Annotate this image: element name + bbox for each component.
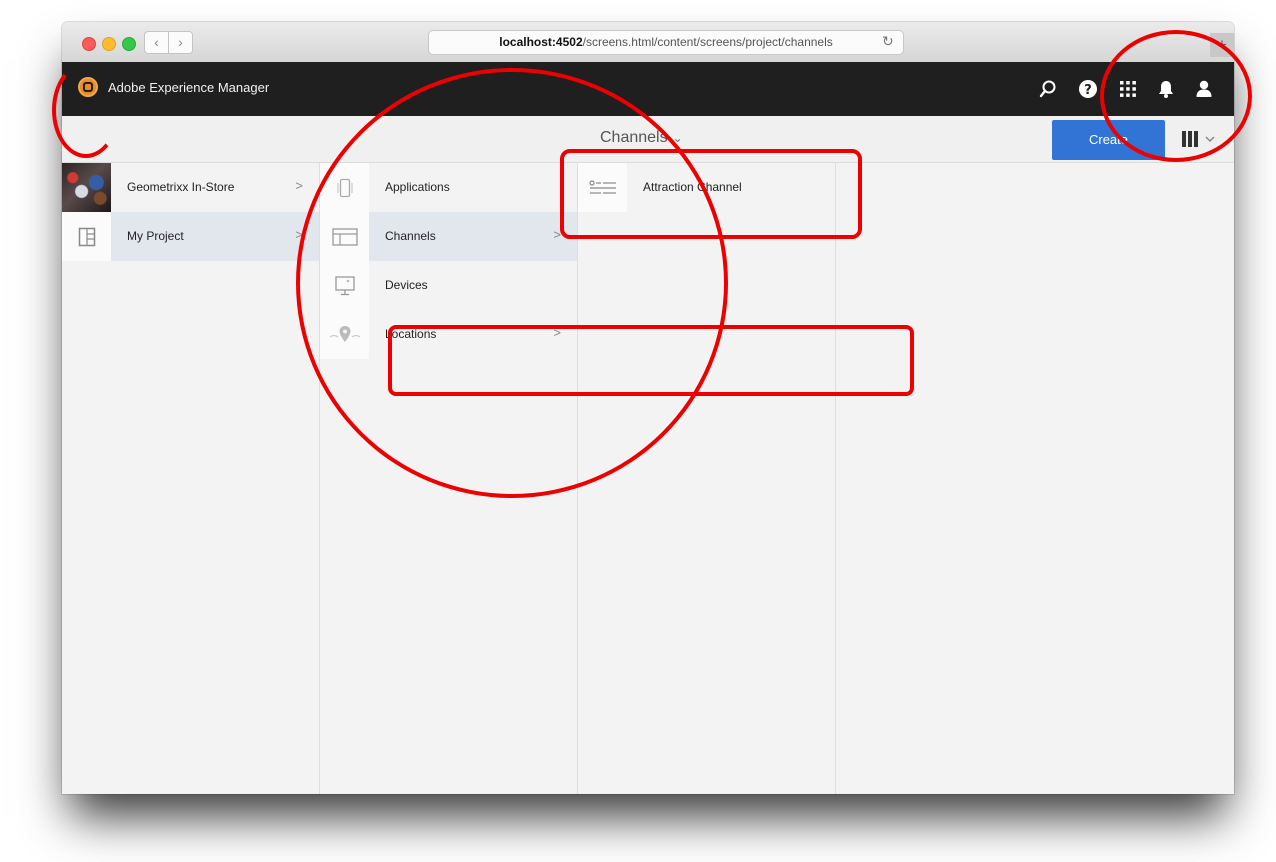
aem-global-nav: Adobe Experience Manager ? [62, 62, 1234, 116]
action-bar: Channels ⌄ Create [62, 116, 1234, 163]
list-item-geometrixx-in-store[interactable]: Geometrixx In-Store > [62, 163, 319, 212]
list-item-attraction-channel[interactable]: Attraction Channel [578, 163, 835, 212]
list-item-label: Devices [385, 278, 428, 292]
notifications-bell-icon[interactable] [1156, 79, 1176, 99]
chevron-right-icon: > [553, 227, 561, 242]
list-item-label: Geometrixx In-Store [127, 180, 235, 194]
chevron-down-icon: ⌄ [672, 131, 683, 145]
sequence-channel-icon [578, 163, 627, 212]
list-item-channels[interactable]: Channels > [320, 212, 577, 261]
location-pin-icon [320, 310, 369, 359]
help-icon[interactable]: ? [1078, 79, 1098, 99]
view-switcher[interactable] [1180, 127, 1220, 151]
project-icon [62, 212, 111, 261]
zoom-window-button[interactable] [122, 37, 136, 51]
svg-text:?: ? [1084, 83, 1092, 98]
solutions-grid-icon[interactable] [1118, 79, 1138, 99]
new-tab-button[interactable]: + [1210, 33, 1234, 57]
reload-icon[interactable]: ↻ [882, 31, 894, 52]
minimize-window-button[interactable] [102, 37, 116, 51]
page-title: Channels [600, 129, 668, 146]
list-item-devices[interactable]: Devices [320, 261, 577, 310]
page-title-dropdown[interactable]: Channels ⌄ [600, 129, 683, 147]
user-profile-icon[interactable] [1194, 79, 1214, 99]
applications-icon [320, 163, 369, 212]
url-path: /screens.html/content/screens/project/ch… [582, 35, 833, 49]
column-project-folders: Applications Channels > Devices Location… [320, 163, 578, 794]
url-host: localhost:4502 [499, 35, 583, 49]
browser-window: ‹ › localhost:4502/screens.html/content/… [62, 22, 1234, 794]
devices-icon [320, 261, 369, 310]
chevron-right-icon: > [553, 325, 561, 340]
list-item-my-project[interactable]: My Project > [62, 212, 319, 261]
column-channels: Attraction Channel [578, 163, 836, 794]
product-name[interactable]: Adobe Experience Manager [108, 80, 269, 95]
column-projects: Geometrixx In-Store > My Project > [62, 163, 320, 794]
channels-icon [320, 212, 369, 261]
create-button[interactable]: Create [1052, 120, 1165, 160]
address-bar[interactable]: localhost:4502/screens.html/content/scre… [428, 30, 904, 55]
close-window-button[interactable] [82, 37, 96, 51]
search-icon[interactable] [1038, 79, 1058, 99]
column-empty [836, 163, 1234, 794]
list-item-label: My Project [127, 229, 184, 243]
chevron-right-icon: > [295, 227, 303, 242]
browser-titlebar: ‹ › localhost:4502/screens.html/content/… [62, 22, 1234, 63]
list-item-label: Locations [385, 327, 437, 341]
list-item-label: Applications [385, 180, 450, 194]
chevron-right-icon: > [295, 178, 303, 193]
geometrixx-thumbnail [62, 163, 111, 212]
list-item-label: Attraction Channel [643, 180, 742, 194]
back-button[interactable]: ‹ [144, 31, 169, 54]
column-view-icon [1182, 131, 1215, 147]
list-item-applications[interactable]: Applications [320, 163, 577, 212]
list-item-locations[interactable]: Locations > [320, 310, 577, 359]
list-item-label: Channels [385, 229, 436, 243]
aem-logo-icon[interactable] [78, 77, 98, 97]
forward-button[interactable]: › [168, 31, 193, 54]
